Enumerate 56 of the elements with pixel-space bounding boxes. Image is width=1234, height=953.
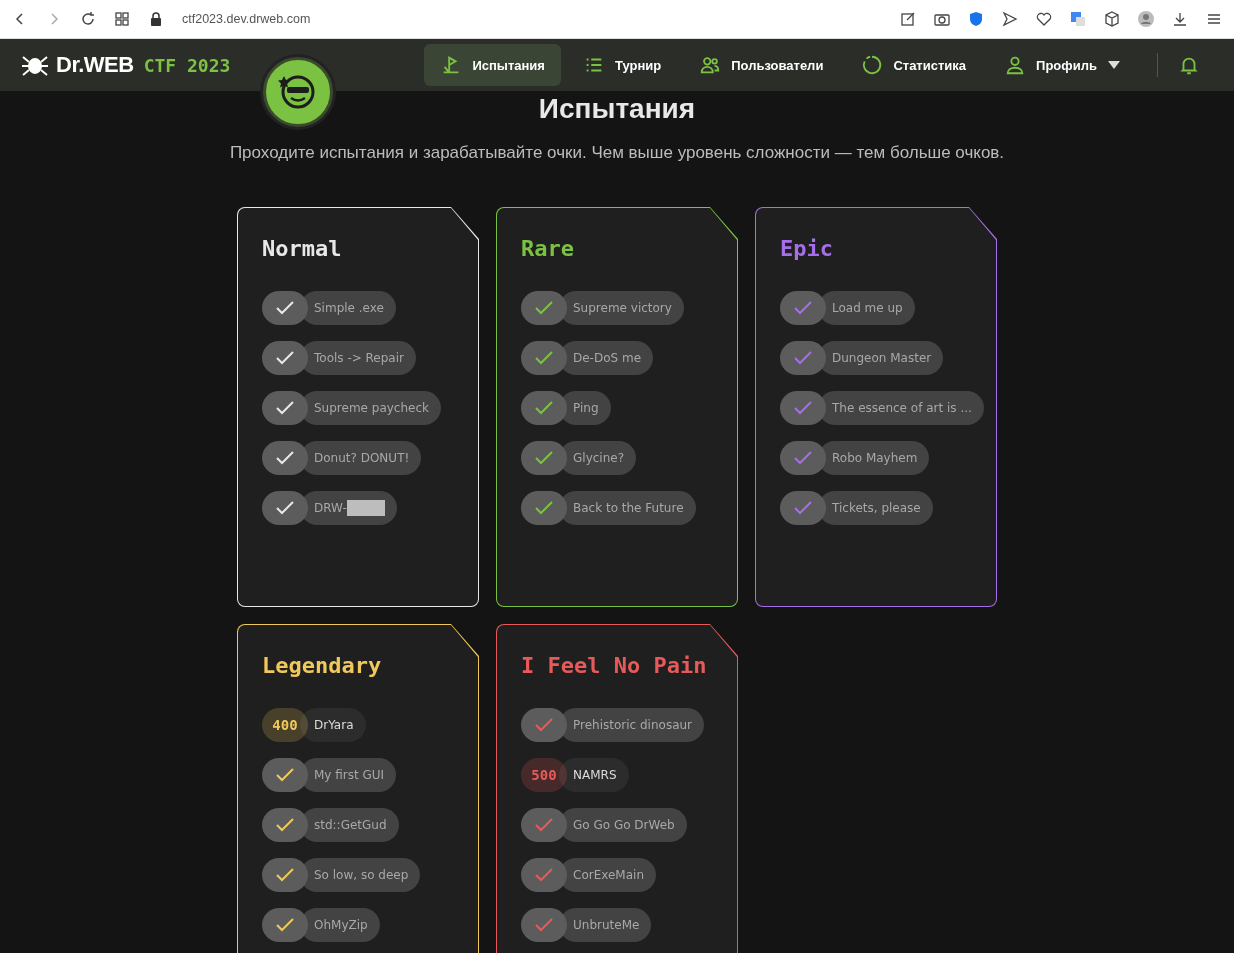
card-title: I Feel No Pain [521,653,708,678]
share-icon[interactable] [900,11,916,27]
check-icon [794,451,812,465]
nav-tab[interactable]: Пользователи [683,44,840,86]
reload-icon[interactable] [80,11,96,27]
avatar-badge[interactable] [263,57,333,127]
check-icon [794,401,812,415]
cube-icon[interactable] [1104,11,1120,27]
check-icon [276,401,294,415]
apps-icon[interactable] [114,11,130,27]
check-icon [276,501,294,515]
check-icon [535,301,553,315]
check-icon [276,351,294,365]
download-icon[interactable] [1172,11,1188,27]
translate-icon[interactable] [1070,11,1086,27]
check-icon [794,301,812,315]
check-icon [276,768,294,782]
check-icon [535,351,553,365]
check-icon [535,451,553,465]
check-icon [535,918,553,932]
check-icon [276,918,294,932]
menu-icon[interactable] [1206,11,1222,27]
check-icon [535,818,553,832]
ring-chart-icon [861,54,884,76]
heart-icon[interactable] [1036,11,1052,27]
lock-icon [148,11,164,27]
card-title: Legendary [262,653,383,678]
card-title: Epic [780,236,834,261]
nav-tab[interactable]: Статистика [845,44,983,86]
address-bar[interactable]: ctf2023.dev.drweb.com [182,12,311,26]
logo-text: Dr.WEB [56,52,134,78]
nav-tab[interactable]: Испытания [424,44,561,86]
shield-icon[interactable] [968,11,984,27]
card-title: Normal [262,236,343,261]
page-subtitle: Проходите испытания и зарабатывайте очки. Чем выше уровень сложности — тем больше очков. [229,143,1005,163]
check-icon [276,301,294,315]
check-icon [535,868,553,882]
challenge-button[interactable]: DrYara [300,708,366,742]
nav-tab[interactable]: Турнир [566,44,678,86]
check-icon [535,718,553,732]
send-icon[interactable] [1002,11,1018,27]
challenge-button[interactable]: NAMRS [559,758,629,792]
event-name: CTF 2023 [143,54,231,76]
camera-icon[interactable] [934,11,950,27]
check-icon [276,868,294,882]
page-title: Испытания [538,92,696,126]
card-title: Rare [521,236,575,261]
check-icon [276,451,294,465]
check-icon [794,351,812,365]
check-icon [276,818,294,832]
nav-tab[interactable]: Профиль [988,44,1137,86]
avatar-icon[interactable] [1138,11,1154,27]
check-icon [794,501,812,515]
check-icon [535,401,553,415]
check-icon [535,501,553,515]
users-icon [699,54,722,76]
